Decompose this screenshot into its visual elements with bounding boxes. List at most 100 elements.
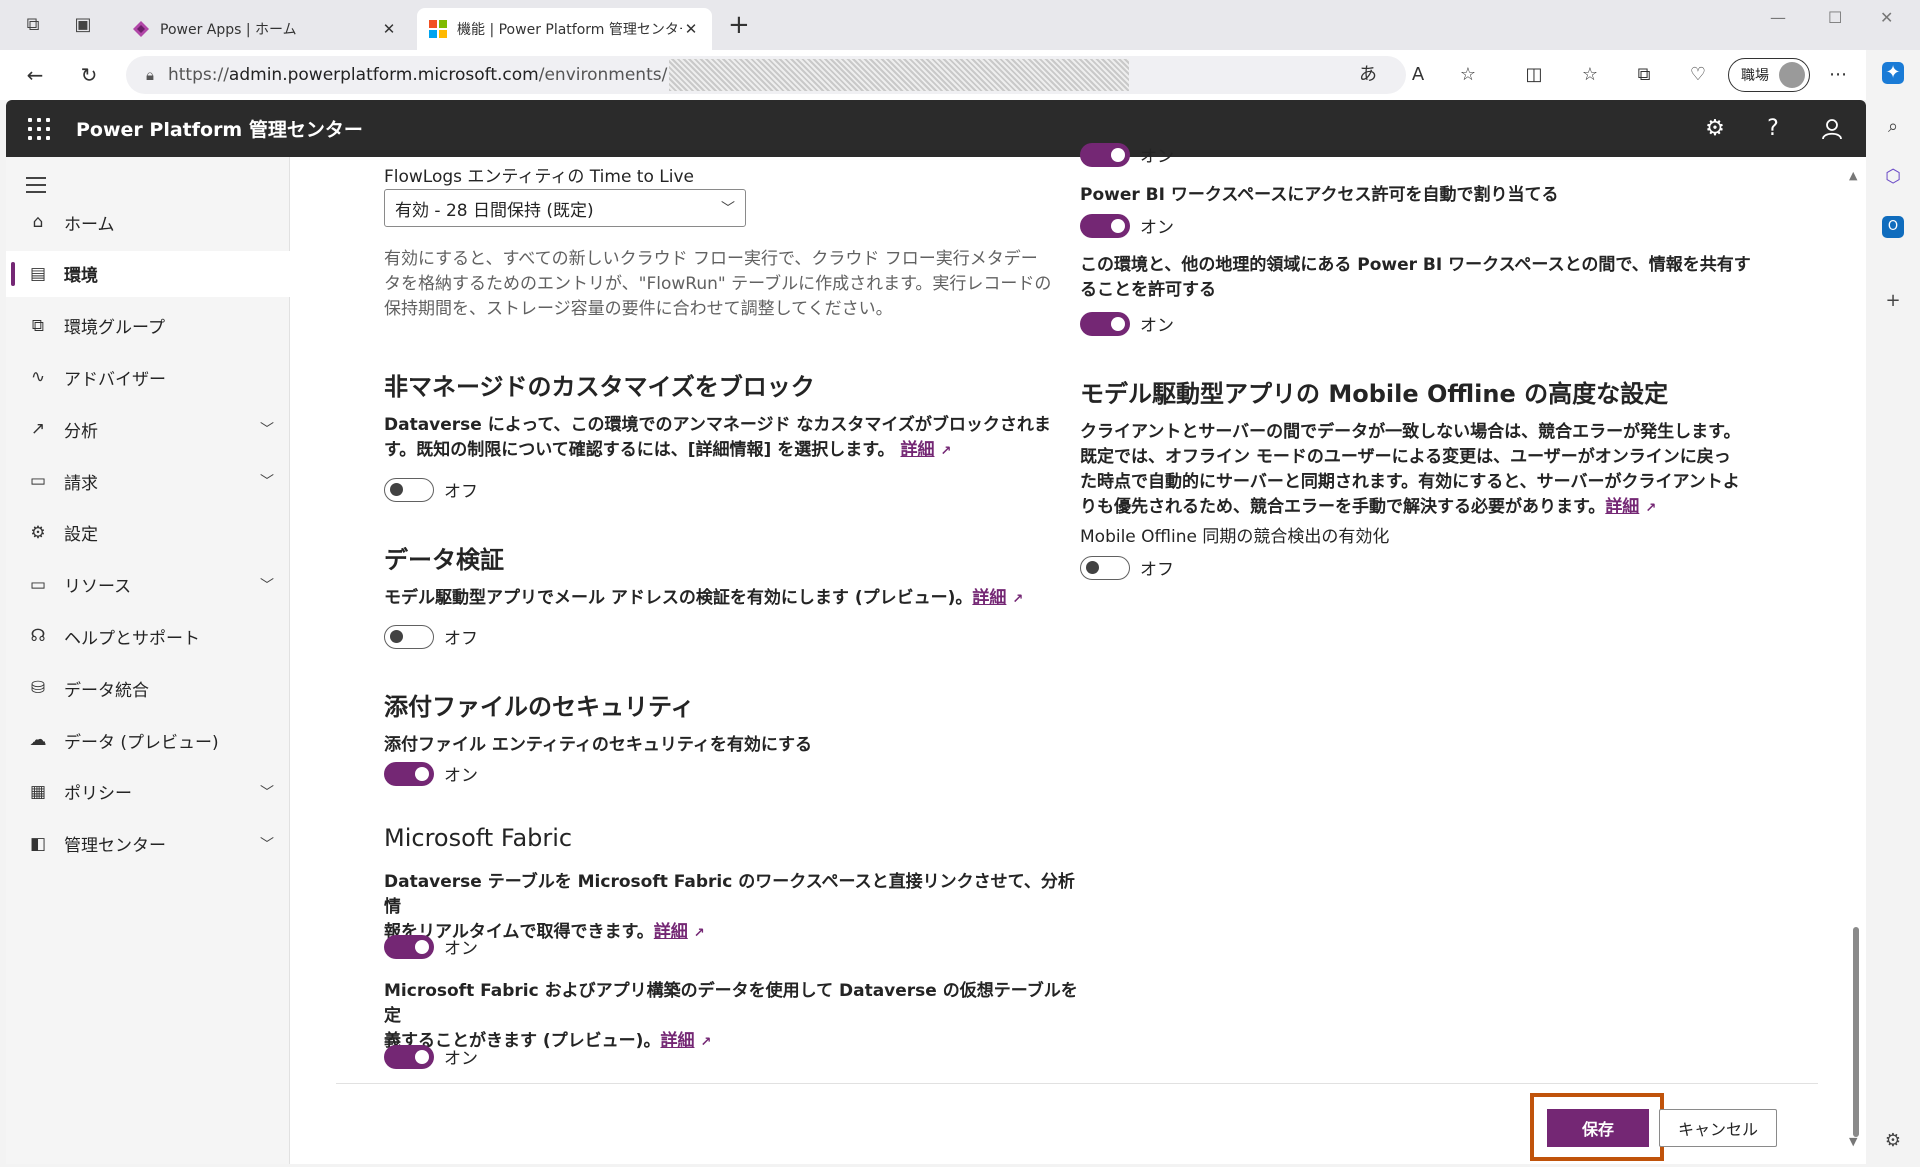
copilot-icon[interactable]: ✦ — [1882, 62, 1904, 84]
toggle-switch[interactable] — [384, 477, 434, 502]
cancel-button[interactable]: キャンセル — [1659, 1109, 1777, 1147]
favorites-icon[interactable]: ☆ — [1578, 63, 1602, 87]
profile-button[interactable]: 職場 — [1728, 58, 1810, 92]
description-line: 既定では、オフライン モードのユーザーによる変更は、ユーザーがオンラインに戻っ — [1080, 447, 1731, 467]
fabric-virtual-table-toggle[interactable]: オン — [384, 1044, 478, 1069]
environment-group-icon: ⧉ — [31, 315, 45, 336]
flowlogs-ttl-label: FlowLogs エンティティの Time to Live — [384, 167, 694, 187]
sidebar-item-data-integration[interactable]: ⛁ データ統合 — [6, 665, 290, 711]
description-line: タを格納するためのエントリが、"FlowRun" テーブルに作成されます。実行レ… — [384, 274, 1052, 294]
close-window-icon[interactable]: ✕ — [1880, 8, 1893, 27]
description-line: す。既知の制限について確認するには、[詳細情報] を選択します。 — [384, 440, 895, 460]
powerbi-share-label: この環境と、他の地理的領域にある Power BI ワークスペースとの間で、情報… — [1080, 253, 1780, 303]
close-icon[interactable]: ✕ — [380, 20, 398, 38]
chevron-down-icon[interactable]: ﹀ — [260, 782, 274, 802]
chevron-down-icon[interactable]: ﹀ — [260, 419, 274, 439]
sidebar-item-label: ポリシー — [64, 784, 132, 805]
sidebar-item-help-support[interactable]: ☊ ヘルプとサポート — [6, 613, 290, 659]
translate-icon[interactable]: あ — [1356, 63, 1380, 87]
scrollbar-thumb[interactable] — [1853, 927, 1859, 1137]
search-icon[interactable]: ⌕ — [1882, 116, 1904, 138]
scroll-up-arrow[interactable]: ▲ — [1849, 169, 1857, 182]
minimize-icon[interactable]: — — [1770, 8, 1786, 27]
toggle-state-label: オン — [444, 1049, 478, 1069]
data-validation-toggle[interactable]: オフ — [384, 624, 478, 649]
learn-more-link[interactable]: 詳細 — [654, 922, 688, 942]
sidebar-item-environment[interactable]: ▤ 環境 — [6, 250, 290, 297]
sidebar-settings-icon[interactable]: ⚙ — [1882, 1130, 1904, 1152]
refresh-icon[interactable]: ↻ — [76, 62, 102, 88]
flowlogs-ttl-select[interactable]: 有効 - 28 日間保持 (既定) ﹀ — [384, 189, 746, 227]
toggle-switch[interactable] — [384, 1044, 434, 1069]
toggle-switch[interactable] — [1080, 213, 1130, 238]
powerbi-workspace-toggle[interactable]: オン — [1080, 213, 1174, 238]
back-icon[interactable]: ← — [22, 62, 48, 88]
workspaces-icon[interactable]: ⧉ — [22, 14, 44, 36]
settings-gear-icon[interactable]: ⚙ — [1700, 114, 1730, 144]
save-button[interactable]: 保存 — [1547, 1109, 1649, 1147]
toggle-state-label: オン — [1140, 147, 1174, 167]
toggle-switch[interactable] — [1080, 142, 1130, 167]
toggle-switch[interactable] — [384, 934, 434, 959]
sidebar-item-admin-center[interactable]: ◧ 管理センター ﹀ — [6, 821, 290, 867]
outlook-icon[interactable]: O — [1882, 216, 1904, 238]
browser-tab-power-apps[interactable]: Power Apps | ホーム ✕ — [120, 8, 410, 50]
description-line: モデル駆動型アプリでメール アドレスの検証を有効にします (プレビュー)。 — [384, 588, 973, 608]
home-icon: ⌂ — [32, 212, 44, 232]
browser-essentials-icon[interactable]: ♡ — [1686, 63, 1710, 87]
read-aloud-icon[interactable]: A — [1406, 63, 1430, 87]
learn-more-link[interactable]: 詳細 — [1605, 497, 1639, 517]
hamburger-menu-icon[interactable] — [26, 177, 46, 198]
sidebar-item-resources[interactable]: ▭ リソース ﹀ — [6, 562, 290, 608]
sidebar-item-environment-group[interactable]: ⧉ 環境グループ — [6, 303, 290, 349]
app-launcher-icon[interactable] — [28, 118, 50, 140]
m365-icon[interactable]: ⬡ — [1882, 166, 1904, 188]
learn-more-link[interactable]: 詳細 — [660, 1031, 694, 1051]
sidebar-item-billing[interactable]: ▭ 請求 ﹀ — [6, 458, 290, 504]
sidebar-item-settings[interactable]: ⚙ 設定 — [6, 510, 290, 556]
scroll-down-arrow[interactable]: ▼ — [1849, 1135, 1857, 1148]
account-icon[interactable] — [1817, 114, 1847, 144]
sidebar-item-analytics[interactable]: ↗ 分析 ﹀ — [6, 406, 290, 452]
toggle-switch[interactable] — [384, 624, 434, 649]
toggle-switch[interactable] — [1080, 555, 1130, 580]
fabric-link-toggle[interactable]: オン — [384, 934, 478, 959]
sidebar-item-policy[interactable]: ▦ ポリシー ﹀ — [6, 769, 290, 815]
sidebar-item-advisor[interactable]: ∿ アドバイザー — [6, 354, 290, 400]
collections-icon[interactable]: ⧉ — [1632, 63, 1656, 87]
add-icon[interactable]: + — [1882, 290, 1904, 312]
external-link-icon: ↗ — [940, 444, 952, 459]
chevron-down-icon[interactable]: ﹀ — [260, 575, 274, 595]
vertical-tabs-icon[interactable]: ▣ — [72, 14, 94, 36]
left-nav: ⌂ ホーム ▤ 環境 ⧉ 環境グループ ∿ アドバイザー ↗ 分析 ﹀ ▭ 請求 ﹀ ⚙ 設定 ▭ リソース ﹀ ☊ ヘ… — [6, 157, 290, 1164]
lock-icon: 🔒︎ — [146, 66, 154, 84]
toggle-state-label: オン — [1140, 218, 1174, 238]
sidebar-item-data-preview[interactable]: ☁ データ (プレビュー) — [6, 717, 290, 763]
close-icon[interactable]: ✕ — [682, 20, 700, 38]
help-icon[interactable]: ? — [1758, 114, 1788, 144]
block-unmanaged-toggle[interactable]: オフ — [384, 477, 478, 502]
sidebar-item-home[interactable]: ⌂ ホーム — [6, 199, 290, 245]
chevron-down-icon[interactable]: ﹀ — [260, 834, 274, 854]
conflict-detection-toggle[interactable]: オフ — [1080, 555, 1174, 580]
toggle-switch[interactable] — [1080, 311, 1130, 336]
sidebar-item-label: アドバイザー — [64, 369, 166, 390]
attachment-security-toggle[interactable]: オン — [384, 761, 478, 786]
browser-tab-features[interactable]: 機能 | Power Platform 管理センター ✕ — [417, 8, 712, 50]
sidebar-item-label: リソース — [64, 577, 132, 598]
learn-more-link[interactable]: 詳細 — [972, 588, 1006, 608]
toggle-switch[interactable] — [384, 761, 434, 786]
chevron-down-icon[interactable]: ﹀ — [260, 471, 274, 491]
description-line: この環境と、他の地理的領域にある Power BI ワークスペースとの間で、情報… — [1080, 255, 1751, 275]
split-screen-icon[interactable]: ◫ — [1522, 63, 1546, 87]
toggle-state-label: オフ — [444, 482, 478, 502]
partial-toggle[interactable]: オン — [1080, 142, 1174, 167]
description-line: クライアントとサーバーの間でデータが一致しない場合は、競合エラーが発生します。 — [1080, 422, 1741, 442]
powerbi-share-toggle[interactable]: オン — [1080, 311, 1174, 336]
address-bar[interactable]: 🔒︎ https://admin.powerplatform.microsoft… — [126, 56, 1406, 94]
maximize-icon[interactable]: ☐ — [1828, 8, 1842, 27]
new-tab-icon[interactable]: + — [728, 12, 750, 38]
favorite-star-icon[interactable]: ☆ — [1456, 63, 1480, 87]
learn-more-link[interactable]: 詳細 — [900, 440, 934, 460]
more-icon[interactable]: ⋯ — [1826, 63, 1850, 87]
